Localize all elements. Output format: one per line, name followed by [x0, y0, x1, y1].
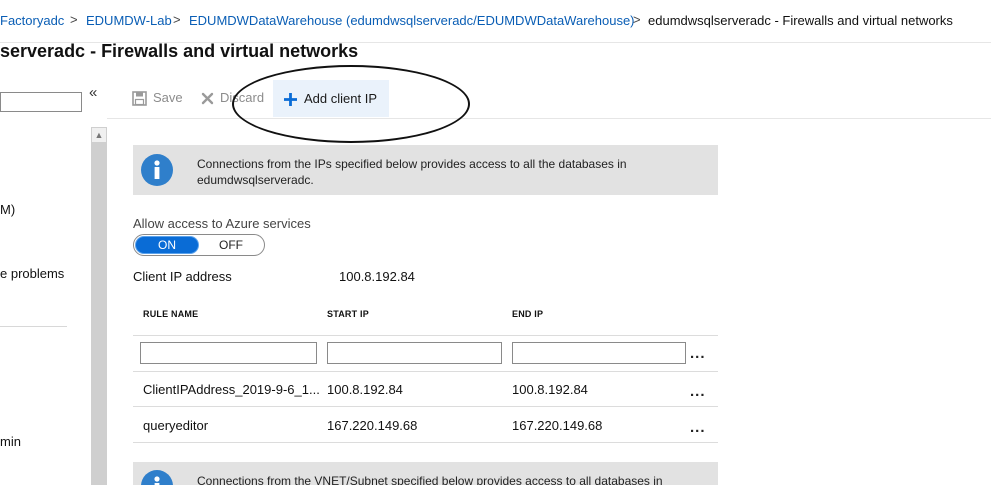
azure-access-toggle[interactable]: ON OFF: [133, 234, 265, 256]
allow-azure-label: Allow access to Azure services: [133, 216, 311, 231]
column-header-rule-name: RULE NAME: [143, 309, 199, 319]
info-line-2: edumdwsqlserveradc.: [197, 173, 314, 187]
toggle-on-option[interactable]: ON: [136, 237, 198, 253]
add-client-ip-label: Add client IP: [304, 91, 377, 106]
info-icon: [141, 470, 173, 485]
left-nav-item[interactable]: e problems: [0, 266, 64, 281]
end-ip-cell: 167.220.149.68: [512, 418, 603, 433]
breadcrumb-separator: >: [633, 12, 641, 27]
scroll-up-arrow-icon[interactable]: ▲: [91, 127, 107, 143]
end-ip-cell: 100.8.192.84: [512, 382, 588, 397]
info-text: Connections from the IPs specified below…: [197, 156, 627, 188]
info-line-1: Connections from the IPs specified below…: [197, 157, 627, 171]
discard-label: Discard: [220, 90, 265, 105]
column-header-end-ip: END IP: [512, 309, 544, 319]
left-nav-item[interactable]: M): [0, 202, 15, 217]
discard-icon: [201, 92, 214, 105]
rule-name-cell: ClientIPAddress_2019-9-6_1...: [143, 382, 320, 397]
page-title: serveradc - Firewalls and virtual networ…: [0, 41, 359, 61]
info-box: Connections from the IPs specified below…: [133, 145, 718, 195]
rule-name-input[interactable]: [140, 342, 317, 364]
save-label: Save: [153, 90, 183, 105]
table-divider: [133, 406, 718, 407]
left-search-input[interactable]: [0, 92, 82, 112]
vnet-info-line-1: Connections from the VNET/Subnet specifi…: [197, 474, 663, 485]
collapse-pane-button[interactable]: «: [89, 84, 97, 101]
breadcrumb-separator: >: [173, 12, 181, 27]
column-header-start-ip: START IP: [327, 309, 369, 319]
add-client-ip-button[interactable]: Add client IP: [273, 80, 389, 117]
table-divider: [133, 371, 718, 372]
discard-button[interactable]: Discard: [201, 90, 264, 105]
more-icon[interactable]: ...: [690, 345, 706, 362]
client-ip-label: Client IP address: [133, 269, 232, 284]
left-nav-divider: [0, 326, 67, 327]
more-icon[interactable]: ...: [690, 419, 706, 436]
client-ip-value: 100.8.192.84: [339, 269, 415, 284]
info-icon: [141, 154, 173, 186]
command-toolbar: Save Discard Add client IP: [107, 80, 991, 119]
breadcrumb-link-factory[interactable]: Factoryadc: [0, 13, 64, 28]
breadcrumb-link-lab[interactable]: EDUMDW-Lab: [86, 13, 172, 28]
breadcrumb-current: edumdwsqlserveradc - Firewalls and virtu…: [648, 13, 953, 28]
breadcrumb-link-warehouse[interactable]: EDUMDWDataWarehouse (edumdwsqlserveradc/…: [189, 13, 635, 28]
toggle-off-option[interactable]: OFF: [200, 237, 262, 253]
save-button[interactable]: Save: [132, 90, 183, 106]
left-scrollbar[interactable]: [91, 127, 107, 485]
table-divider: [133, 442, 718, 443]
start-ip-cell: 167.220.149.68: [327, 418, 418, 433]
breadcrumb: Factoryadc > EDUMDW-Lab > EDUMDWDataWare…: [0, 0, 991, 43]
start-ip-cell: 100.8.192.84: [327, 382, 403, 397]
end-ip-input[interactable]: [512, 342, 686, 364]
save-icon: [132, 91, 147, 106]
left-nav-item[interactable]: min: [0, 434, 21, 449]
rule-name-cell: queryeditor: [143, 418, 209, 433]
plus-icon: [284, 93, 297, 107]
vnet-info-box: Connections from the VNET/Subnet specifi…: [133, 462, 718, 485]
start-ip-input[interactable]: [327, 342, 502, 364]
more-icon[interactable]: ...: [690, 383, 706, 400]
table-divider: [133, 335, 718, 336]
breadcrumb-separator: >: [70, 12, 78, 27]
